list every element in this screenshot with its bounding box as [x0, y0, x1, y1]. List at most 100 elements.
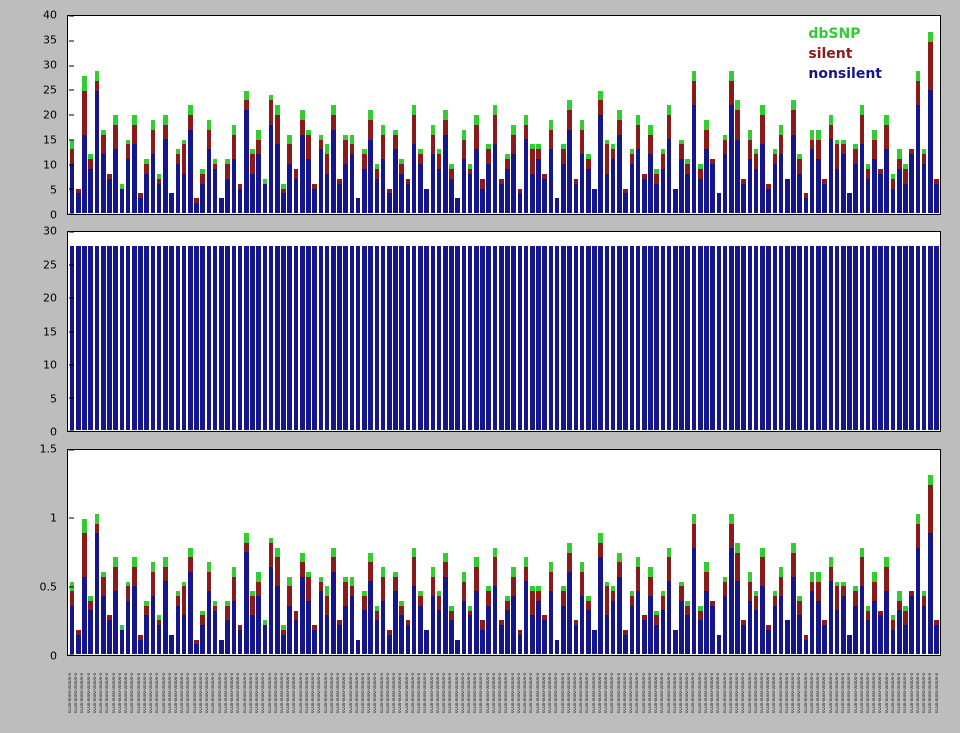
- sample-bar: [698, 606, 703, 654]
- sample-bar: [760, 548, 765, 654]
- sample-bar: [692, 514, 697, 654]
- sample-bar: [630, 591, 635, 654]
- sample-bar: [785, 179, 790, 213]
- sample-bar: [163, 557, 168, 654]
- bar-segment: [580, 596, 585, 654]
- bar-segment: [536, 159, 541, 213]
- sample-bar: [536, 586, 541, 654]
- sample-bar: [673, 630, 678, 654]
- bar-segment: [567, 553, 572, 572]
- sample-bar: [306, 572, 311, 654]
- bar-segment: [816, 572, 821, 582]
- x-tick-label: 0C00-0000-00000-0: [592, 659, 598, 713]
- sample-bar: [611, 246, 616, 430]
- bar-segment: [493, 144, 498, 213]
- y-tick-label: 30: [43, 226, 57, 237]
- bar-segment: [200, 184, 205, 213]
- sample-bar: [679, 582, 684, 655]
- bar-segment: [269, 125, 274, 213]
- bar-segment: [829, 125, 834, 140]
- sample-bar: [399, 159, 404, 213]
- y-tick-label: 15: [43, 326, 57, 337]
- sample-bar: [692, 71, 697, 213]
- bar-segment: [449, 169, 454, 179]
- sample-bar: [754, 149, 759, 213]
- bar-segment: [256, 596, 261, 654]
- sample-bar: [673, 246, 678, 430]
- bar-segment: [462, 601, 467, 654]
- bar-segment: [717, 635, 722, 654]
- sample-bar: [884, 557, 889, 654]
- sample-bar: [418, 246, 423, 430]
- x-tick-label: 0C00-0000-00000-0: [797, 659, 803, 713]
- sample-bar: [511, 125, 516, 213]
- x-tick-label: 0C00-0000-00000-0: [847, 659, 853, 713]
- bar-segment: [760, 105, 765, 115]
- sample-bar: [530, 246, 535, 430]
- sample-bar: [822, 246, 827, 430]
- sample-bar: [729, 514, 734, 654]
- sample-bar: [860, 105, 865, 213]
- sample-bar: [592, 630, 597, 654]
- bar-segment: [462, 159, 467, 213]
- bar-segment: [424, 246, 429, 430]
- bar-segment: [449, 246, 454, 430]
- bar-segment: [232, 567, 237, 577]
- y-tick-label: 1: [50, 513, 57, 524]
- bar-segment: [76, 246, 81, 430]
- sample-bar: [574, 620, 579, 654]
- bar-segment: [536, 246, 541, 430]
- bar-segment: [636, 125, 641, 150]
- bar-segment: [810, 591, 815, 654]
- bar-segment: [860, 548, 865, 558]
- bar-segment: [766, 246, 771, 430]
- x-tick-label: 0C00-0000-00000-0: [137, 659, 143, 713]
- bar-segment: [903, 611, 908, 625]
- bar-segment: [816, 140, 821, 160]
- bar-segment: [524, 139, 529, 213]
- sample-bar: [884, 246, 889, 430]
- y-tick-label: 0: [50, 651, 57, 662]
- bar-segment: [101, 135, 106, 155]
- bar-segment: [287, 606, 292, 654]
- bars-mutations-per-mb: [69, 451, 939, 654]
- sample-bar: [219, 640, 224, 655]
- sample-bar: [841, 140, 846, 214]
- bar-segment: [636, 246, 641, 430]
- bar-segment: [113, 125, 118, 150]
- bar-segment: [698, 179, 703, 213]
- bar-segment: [598, 115, 603, 213]
- bar-segment: [499, 246, 504, 430]
- sample-bar: [748, 246, 753, 430]
- y-tick-label: 25: [43, 85, 57, 96]
- sample-bar: [704, 562, 709, 654]
- bar-segment: [424, 189, 429, 214]
- sample-bar: [723, 577, 728, 654]
- sample-bar: [238, 246, 243, 430]
- sample-bar: [748, 572, 753, 654]
- y-tick-label: 25: [43, 259, 57, 270]
- sample-bar: [561, 246, 566, 430]
- bar-segment: [275, 586, 280, 654]
- bar-segment: [673, 630, 678, 654]
- bar-segment: [549, 572, 554, 591]
- sample-bar: [884, 115, 889, 213]
- x-tick-label: 0C00-0000-00000-0: [698, 659, 704, 713]
- sample-bar: [381, 567, 386, 654]
- sample-bar: [499, 179, 504, 213]
- x-tick-label: 0C00-0000-00000-0: [218, 659, 224, 713]
- sample-bar: [312, 184, 317, 213]
- sample-bar: [225, 246, 230, 430]
- bar-segment: [617, 246, 622, 430]
- sample-bar: [679, 140, 684, 214]
- sample-bar: [95, 246, 100, 430]
- sample-bar: [393, 572, 398, 654]
- bar-segment: [182, 174, 187, 213]
- bar-segment: [884, 591, 889, 654]
- bar-segment: [418, 154, 423, 164]
- bar-segment: [238, 630, 243, 654]
- plot-area-num-mutations: dbSNP silent nonsilent: [67, 15, 941, 215]
- y-axis-ticks-mb-sequenced: 051015202530: [19, 231, 63, 432]
- bar-segment: [244, 246, 249, 430]
- sample-bar: [642, 615, 647, 654]
